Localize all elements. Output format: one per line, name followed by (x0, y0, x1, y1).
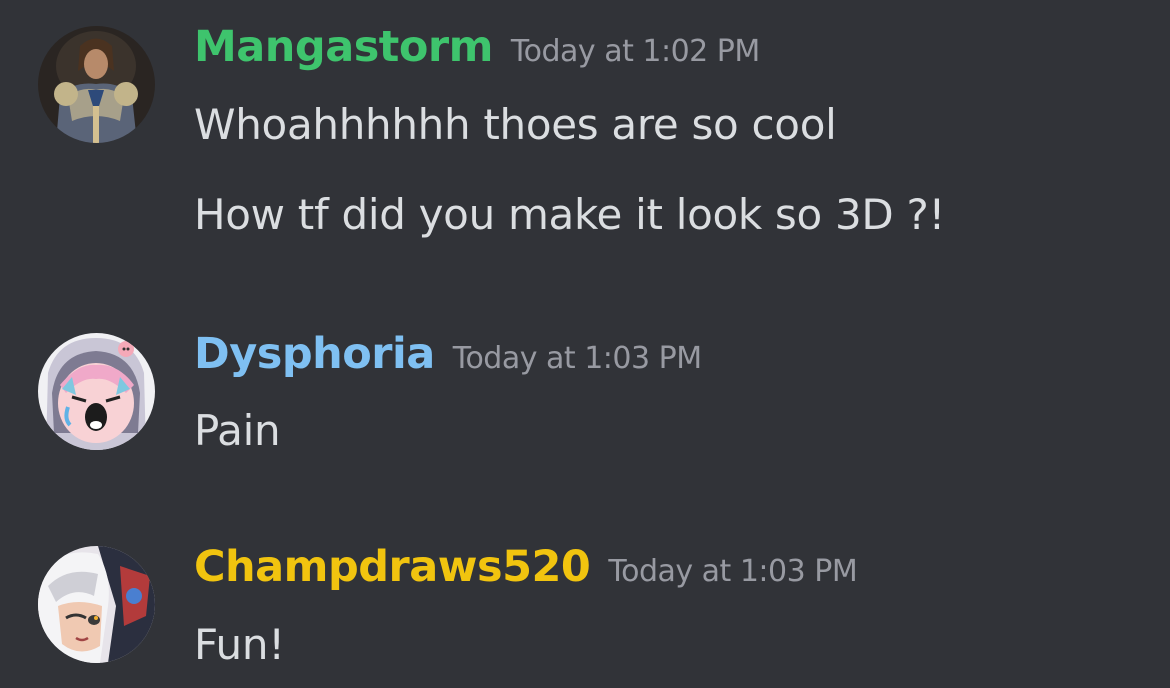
user-avatar[interactable] (38, 333, 155, 450)
screaming-anime-girl-avatar-icon (38, 333, 155, 450)
user-avatar[interactable] (38, 26, 155, 143)
timestamp: Today at 1:02 PM (510, 34, 760, 69)
message-header: Mangastorm Today at 1:02 PM (194, 22, 760, 72)
timestamp: Today at 1:03 PM (608, 554, 858, 589)
timestamp: Today at 1:03 PM (452, 341, 702, 376)
user-avatar[interactable] (38, 546, 155, 663)
username[interactable]: Champdraws520 (194, 542, 591, 592)
message-header: Dysphoria Today at 1:03 PM (194, 329, 702, 379)
message-text: Fun! (194, 620, 285, 669)
username[interactable]: Dysphoria (194, 329, 435, 379)
armored-knight-avatar-icon (38, 26, 155, 143)
message-text: Pain (194, 406, 281, 455)
username[interactable]: Mangastorm (194, 22, 493, 72)
white-haired-anime-character-avatar-icon (38, 546, 155, 663)
message-header: Champdraws520 Today at 1:03 PM (194, 542, 858, 592)
message-text: Whoahhhhhh thoes are so cool (194, 100, 837, 149)
message-text: How tf did you make it look so 3D ?! (194, 190, 946, 239)
